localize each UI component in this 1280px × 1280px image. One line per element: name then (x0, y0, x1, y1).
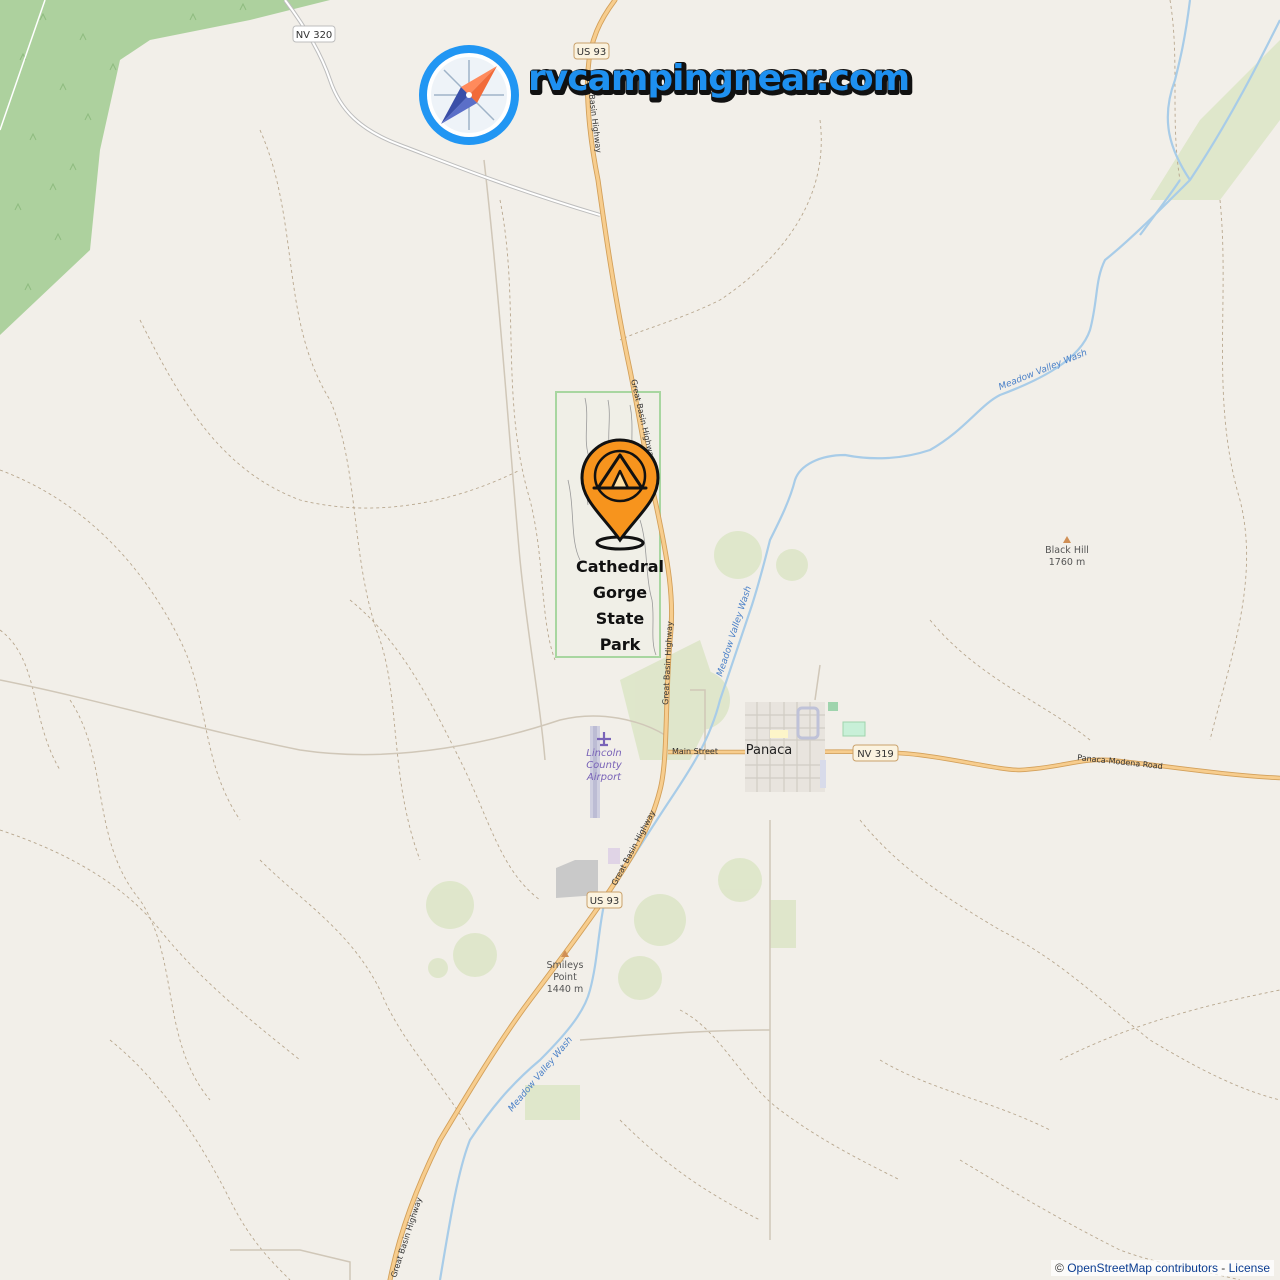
license-link[interactable]: License (1229, 1261, 1270, 1275)
us93-bottom-shield: US 93 (586, 891, 623, 909)
map-attribution: © OpenStreetMap contributors - License (1051, 1260, 1274, 1276)
compass-icon (419, 45, 519, 145)
svg-text:Smileys: Smileys (547, 960, 584, 971)
svg-text:Park: Park (600, 635, 641, 654)
svg-text:NV 319: NV 319 (857, 749, 894, 760)
svg-text:US 93: US 93 (577, 47, 607, 58)
svg-text:Lincoln: Lincoln (586, 748, 621, 759)
svg-text:Cathedral: Cathedral (576, 557, 664, 576)
osm-contributors-link[interactable]: OpenStreetMap contributors (1067, 1261, 1218, 1275)
svg-text:Point: Point (553, 972, 577, 983)
svg-text:Gorge: Gorge (593, 583, 647, 602)
building-block (608, 848, 620, 864)
svg-text:Airport: Airport (586, 772, 622, 783)
svg-text:NV 320: NV 320 (296, 30, 333, 41)
airport-label: Lincoln County Airport (586, 748, 623, 783)
brand-name-fill: rvcampingnear.com (528, 58, 909, 99)
svg-text:County: County (586, 760, 623, 771)
main-street-label: Main Street (672, 747, 718, 756)
svg-text:US 93: US 93 (590, 896, 620, 907)
svg-text:Black Hill: Black Hill (1045, 545, 1089, 556)
svg-text:1760 m: 1760 m (1049, 557, 1085, 568)
panaca-label: Panaca (746, 743, 793, 758)
attribution-separator: - (1217, 1261, 1229, 1275)
map-canvas[interactable]: US 93 US 93 NV 320 NV 319 Great Basin Hi… (0, 0, 1280, 1280)
svg-text:State: State (596, 609, 645, 628)
nv320-shield: NV 320 (292, 25, 336, 43)
nv319-shield: NV 319 (852, 744, 899, 762)
copyright-prefix: © (1055, 1261, 1068, 1275)
svg-text:1440 m: 1440 m (547, 984, 583, 995)
us93-top-shield: US 93 (573, 42, 610, 60)
